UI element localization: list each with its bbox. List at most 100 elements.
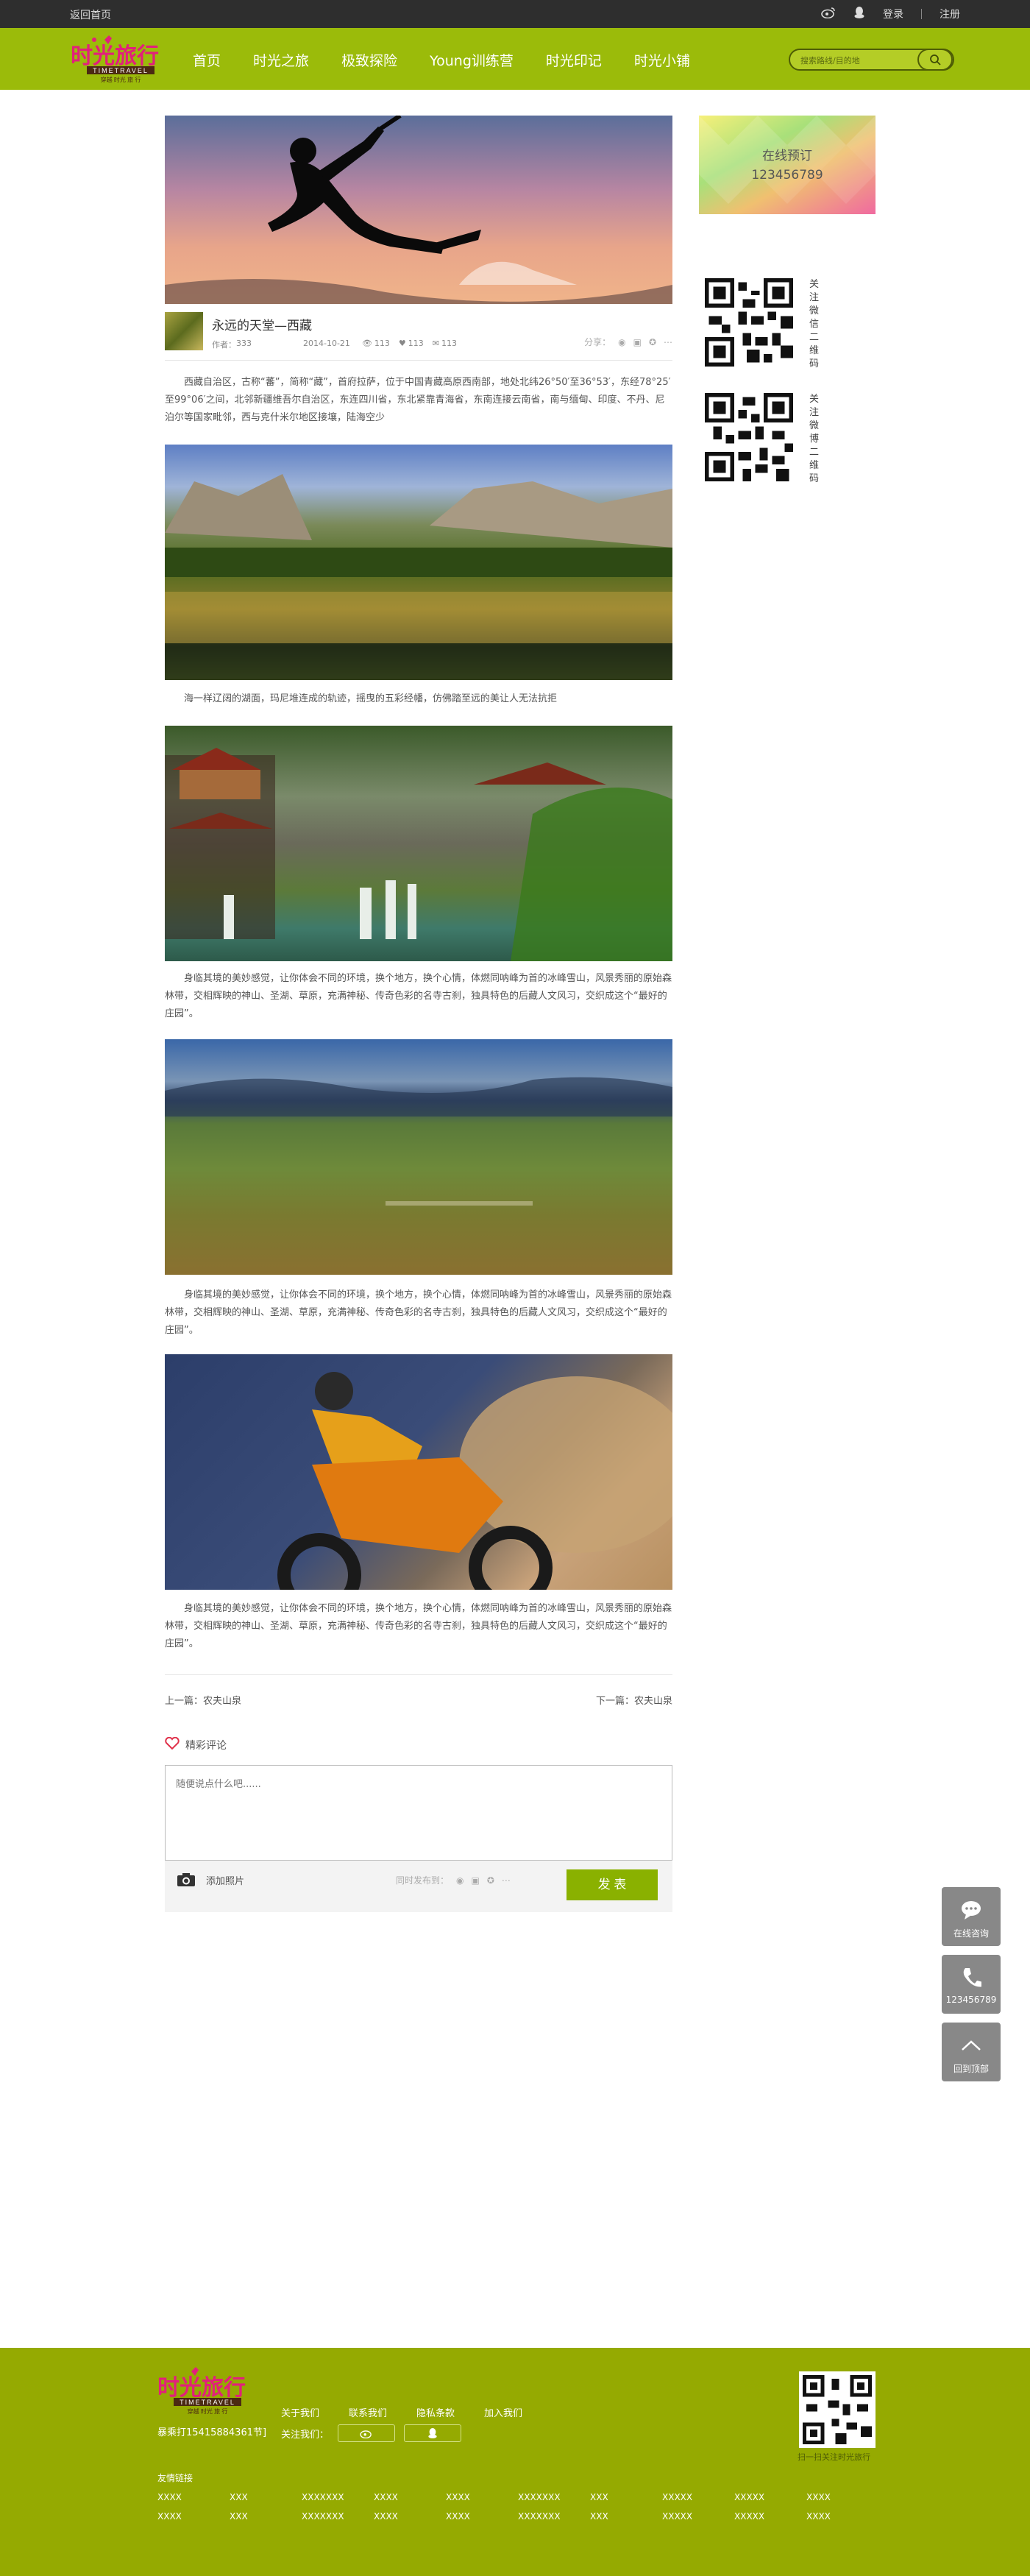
- wechat-qr-code: [705, 278, 793, 367]
- weibo-icon[interactable]: [821, 7, 836, 21]
- valley-lake-image: [165, 445, 672, 680]
- views-count: 113: [374, 339, 390, 348]
- friend-link[interactable]: XXXX: [446, 2492, 518, 2502]
- weibo-qr-code: [705, 393, 793, 481]
- search-box[interactable]: 搜索路线/目的地: [789, 49, 954, 71]
- footer-logo-tagline: 穿越 时光 旅 行: [188, 2407, 228, 2415]
- footer-link-about[interactable]: 关于我们: [281, 2405, 319, 2419]
- nav-item-home[interactable]: 首页: [193, 50, 221, 70]
- top-bar-right: 登录 注册: [821, 6, 960, 22]
- comments-title: 精彩评论: [185, 1740, 227, 1752]
- article-header: 永远的天堂—西藏 作者： 333 2014-10-21 👁 113 ♥ 113 …: [165, 309, 672, 361]
- prev-article-link[interactable]: 上一篇：农夫山泉: [165, 1693, 241, 1707]
- image-caption-1: 海一样辽阔的湖面，玛尼堆连成的轨迹，摇曳的五彩经幡，仿佛踏至远的美让人无法抗拒: [184, 693, 558, 704]
- qq-icon[interactable]: [853, 6, 865, 22]
- follow-label: 关注我们：: [281, 2429, 330, 2441]
- add-photo-button[interactable]: 添加照片: [177, 1872, 244, 1887]
- article-paragraph-1: 西藏自治区，古称“蕃”，简称“藏”，首府拉萨，位于中国青藏高原西南部，地处北纬2…: [165, 377, 671, 423]
- footer-logo-text: 时光旅行: [157, 2376, 246, 2400]
- friend-link[interactable]: XXX: [590, 2511, 662, 2522]
- nav-item-young-camp[interactable]: Young训练营: [430, 50, 514, 70]
- chat-icon: [959, 1897, 984, 1922]
- friend-link[interactable]: XXXXX: [734, 2511, 806, 2522]
- friend-link[interactable]: XXXX: [157, 2492, 230, 2502]
- site-logo[interactable]: 时光旅行 TIMETRAVEL 穿越 时光 旅 行: [68, 34, 171, 84]
- arrow-up-icon: [959, 2033, 984, 2058]
- footer-qr-label: 扫一扫关注时光旅行: [798, 2452, 870, 2462]
- sync-weibo-icon[interactable]: ◉: [456, 1875, 464, 1886]
- friend-link[interactable]: XXXXXXX: [302, 2511, 374, 2522]
- footer-follow: 关注我们：: [281, 2424, 462, 2442]
- online-booking-banner[interactable]: 在线预订 123456789: [699, 116, 876, 214]
- comment-input[interactable]: [166, 1766, 672, 1860]
- logo-tagline: 穿越 时光 旅 行: [101, 76, 141, 83]
- search-icon: [930, 54, 941, 66]
- sync-label: 同时发布到：: [396, 1875, 450, 1886]
- share-bar: 分享： ◉ ▣ ✪ ⋯: [584, 336, 672, 348]
- friend-link[interactable]: XXXXX: [662, 2492, 734, 2502]
- footer-link-contact[interactable]: 联系我们: [349, 2405, 387, 2419]
- main-nav: 时光旅行 TIMETRAVEL 穿越 时光 旅 行 首页 时光之旅 极致探险 Y…: [0, 28, 1030, 90]
- share-more-icon[interactable]: ⋯: [664, 337, 672, 347]
- article-title: 永远的天堂—西藏: [212, 319, 312, 333]
- booking-text: 在线预订 123456789: [699, 146, 876, 185]
- nav-item-shop[interactable]: 时光小铺: [634, 50, 690, 70]
- back-to-top-button[interactable]: 回到顶部: [942, 2023, 1001, 2081]
- share-renren-icon[interactable]: ✪: [649, 337, 656, 347]
- footer-link-join[interactable]: 加入我们: [484, 2405, 522, 2419]
- back-home-link[interactable]: 返回首页: [70, 7, 111, 22]
- author-name: 333: [236, 339, 252, 348]
- share-weibo-icon[interactable]: ◉: [618, 337, 625, 347]
- logo-sub: TIMETRAVEL: [93, 67, 149, 74]
- phone-label: 123456789: [945, 1995, 997, 2005]
- footer-logo[interactable]: 时光旅行 TIMETRAVEL 穿越 时光 旅 行: [154, 2366, 258, 2417]
- nav-item-journey[interactable]: 时光之旅: [253, 50, 309, 70]
- friend-link[interactable]: XXXX: [374, 2492, 446, 2502]
- friend-link[interactable]: XXXXXXX: [302, 2492, 374, 2502]
- booking-phone: 123456789: [751, 168, 823, 183]
- friend-link[interactable]: XXXXXXX: [518, 2492, 590, 2502]
- next-article-link[interactable]: 下一篇：农夫山泉: [596, 1693, 672, 1707]
- footer-qr-code: [799, 2371, 876, 2448]
- friend-link[interactable]: XXXX: [806, 2511, 878, 2522]
- nav-item-adventure[interactable]: 极致探险: [341, 50, 397, 70]
- friend-link[interactable]: XXXX: [806, 2492, 878, 2502]
- share-qzone-icon[interactable]: ▣: [633, 337, 642, 347]
- phone-icon: [959, 1965, 984, 1990]
- online-consult-label: 在线咨询: [953, 1928, 989, 1939]
- friend-link[interactable]: XXX: [230, 2492, 302, 2502]
- footer-links: 关于我们 联系我们 隐私条款 加入我们: [281, 2405, 522, 2419]
- logo-text: 时光旅行: [71, 44, 159, 68]
- sync-renren-icon[interactable]: ✪: [487, 1875, 494, 1886]
- sync-more-icon[interactable]: ⋯: [502, 1875, 511, 1886]
- footer-link-privacy[interactable]: 隐私条款: [416, 2405, 455, 2419]
- login-link[interactable]: 登录: [883, 7, 903, 21]
- footer-weibo-button[interactable]: [338, 2424, 396, 2442]
- friend-link[interactable]: XXX: [590, 2492, 662, 2502]
- register-link[interactable]: 注册: [940, 7, 960, 21]
- footer-qq-button[interactable]: [404, 2424, 462, 2442]
- friend-link[interactable]: XXXX: [157, 2511, 230, 2522]
- search-button[interactable]: [917, 49, 953, 71]
- friend-link[interactable]: XXXX: [446, 2511, 518, 2522]
- friend-link[interactable]: XXXXX: [734, 2492, 806, 2502]
- top-bar: 返回首页 登录 注册: [0, 0, 1030, 28]
- friend-link[interactable]: XXXX: [374, 2511, 446, 2522]
- nav-item-imprint[interactable]: 时光印记: [546, 50, 602, 70]
- article-paragraph-4: 身临其境的美妙感觉，让你体会不同的环境，换个地方，换个心情，体燃同呐峰为首的冰峰…: [165, 1603, 672, 1649]
- article-divider: [165, 1674, 672, 1675]
- weibo-icon: [360, 2430, 372, 2438]
- friend-link[interactable]: XXX: [230, 2511, 302, 2522]
- search-input[interactable]: 搜索路线/目的地: [800, 54, 860, 66]
- nav-menu: 首页 时光之旅 极致探险 Young训练营 时光印记 时光小铺: [193, 50, 690, 70]
- phone-button[interactable]: 123456789: [942, 1955, 1001, 2014]
- friend-link[interactable]: XXXXX: [662, 2511, 734, 2522]
- online-consult-button[interactable]: 在线咨询: [942, 1887, 1001, 1946]
- article-hero-image: [165, 116, 672, 304]
- publish-button[interactable]: 发 表: [566, 1869, 658, 1900]
- camera-icon: [177, 1873, 195, 1886]
- footer-phone: 暴乘打15415884361节]: [157, 2427, 267, 2438]
- friend-link[interactable]: XXXXXXX: [518, 2511, 590, 2522]
- sync-qzone-icon[interactable]: ▣: [472, 1875, 480, 1886]
- article-paragraph-3: 身临其境的美妙感觉，让你体会不同的环境，换个地方，换个心情，体燃同呐峰为首的冰峰…: [165, 1289, 672, 1336]
